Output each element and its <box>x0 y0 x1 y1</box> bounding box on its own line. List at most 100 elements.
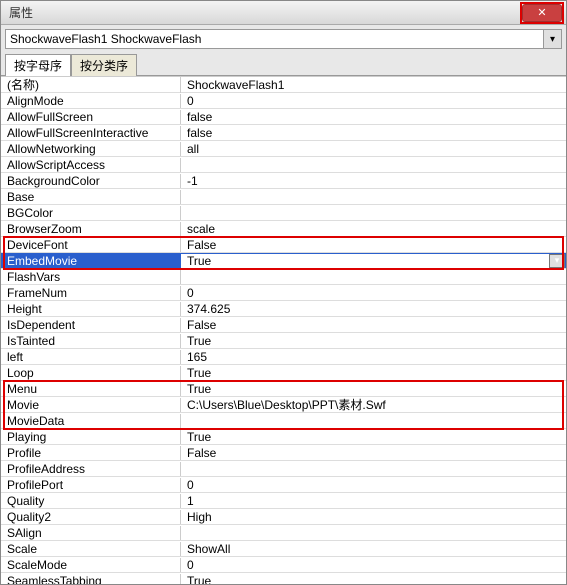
property-row[interactable]: FlashVars <box>1 269 566 285</box>
property-row[interactable]: Quality2High <box>1 509 566 525</box>
property-row[interactable]: BackgroundColor-1 <box>1 173 566 189</box>
property-value[interactable]: 0 <box>181 94 566 108</box>
property-name: ProfilePort <box>1 478 181 492</box>
close-button[interactable]: ✕ <box>522 4 562 22</box>
property-row[interactable]: BrowserZoomscale <box>1 221 566 237</box>
property-value[interactable]: false <box>181 126 566 140</box>
property-name: ProfileAddress <box>1 462 181 476</box>
property-row[interactable]: Quality1 <box>1 493 566 509</box>
property-row[interactable]: FrameNum0 <box>1 285 566 301</box>
property-value[interactable]: C:\Users\Blue\Desktop\PPT\素材.Swf <box>181 396 566 413</box>
property-name: Menu <box>1 382 181 396</box>
property-row[interactable]: MenuTrue <box>1 381 566 397</box>
property-value[interactable]: True <box>181 382 566 396</box>
object-selector-input[interactable] <box>5 29 544 49</box>
property-value[interactable]: True <box>181 366 566 380</box>
property-name: SAlign <box>1 526 181 540</box>
property-name: left <box>1 350 181 364</box>
property-name: Loop <box>1 366 181 380</box>
property-name: Base <box>1 190 181 204</box>
property-name: ScaleMode <box>1 558 181 572</box>
property-row[interactable]: AllowScriptAccess <box>1 157 566 173</box>
property-row[interactable]: IsDependentFalse <box>1 317 566 333</box>
property-name: AllowFullScreen <box>1 110 181 124</box>
titlebar: 属性 ✕ <box>1 1 566 25</box>
property-row[interactable]: MovieC:\Users\Blue\Desktop\PPT\素材.Swf <box>1 397 566 413</box>
property-name: EmbedMovie <box>1 254 181 268</box>
property-name: IsTainted <box>1 334 181 348</box>
property-value[interactable]: scale <box>181 222 566 236</box>
property-name: Profile <box>1 446 181 460</box>
property-name: Movie <box>1 398 181 412</box>
value-dropdown[interactable]: ▾ <box>549 254 565 268</box>
property-name: Scale <box>1 542 181 556</box>
chevron-down-icon: ▾ <box>550 34 555 45</box>
close-icon: ✕ <box>537 6 546 19</box>
property-value[interactable]: 1 <box>181 494 566 508</box>
property-name: Quality2 <box>1 510 181 524</box>
property-row[interactable]: ProfileFalse <box>1 445 566 461</box>
property-row[interactable]: LoopTrue <box>1 365 566 381</box>
property-name: MovieData <box>1 414 181 428</box>
property-name: Height <box>1 302 181 316</box>
tab-categorized[interactable]: 按分类序 <box>71 54 137 76</box>
property-name: AllowNetworking <box>1 142 181 156</box>
property-row[interactable]: Height374.625 <box>1 301 566 317</box>
chevron-down-icon: ▾ <box>555 255 560 266</box>
property-row[interactable]: AllowNetworkingall <box>1 141 566 157</box>
property-row[interactable]: PlayingTrue <box>1 429 566 445</box>
property-row[interactable]: SAlign <box>1 525 566 541</box>
property-row[interactable]: IsTaintedTrue <box>1 333 566 349</box>
property-row[interactable]: MovieData <box>1 413 566 429</box>
property-row[interactable]: EmbedMovieTrue ▾ <box>1 253 566 269</box>
property-name: IsDependent <box>1 318 181 332</box>
tabstrip: 按字母序 按分类序 <box>1 53 566 76</box>
property-value[interactable]: ShockwaveFlash1 <box>181 78 566 92</box>
property-row[interactable]: ProfileAddress <box>1 461 566 477</box>
property-name: AllowScriptAccess <box>1 158 181 172</box>
property-value[interactable]: all <box>181 142 566 156</box>
property-value[interactable]: False <box>181 238 566 252</box>
property-grid[interactable]: (名称)ShockwaveFlash1AlignMode0AllowFullSc… <box>1 76 566 584</box>
property-name: Quality <box>1 494 181 508</box>
property-row[interactable]: SeamlessTabbingTrue <box>1 573 566 584</box>
object-selector: ▾ <box>5 29 562 49</box>
property-value[interactable]: -1 <box>181 174 566 188</box>
property-value[interactable]: True <box>181 574 566 585</box>
property-value[interactable]: 0 <box>181 558 566 572</box>
object-selector-dropdown[interactable]: ▾ <box>544 29 562 49</box>
property-name: BackgroundColor <box>1 174 181 188</box>
property-row[interactable]: left165 <box>1 349 566 365</box>
property-row[interactable]: ScaleShowAll <box>1 541 566 557</box>
property-value[interactable]: 165 <box>181 350 566 364</box>
property-value[interactable]: True <box>181 254 549 268</box>
property-value[interactable]: High <box>181 510 566 524</box>
property-row[interactable]: (名称)ShockwaveFlash1 <box>1 77 566 93</box>
property-row[interactable]: AllowFullScreenInteractivefalse <box>1 125 566 141</box>
property-row[interactable]: ProfilePort0 <box>1 477 566 493</box>
property-row[interactable]: Base <box>1 189 566 205</box>
property-value[interactable]: 374.625 <box>181 302 566 316</box>
property-row[interactable]: AllowFullScreenfalse <box>1 109 566 125</box>
property-name: FlashVars <box>1 270 181 284</box>
property-value[interactable]: False <box>181 446 566 460</box>
property-value[interactable]: ShowAll <box>181 542 566 556</box>
property-value[interactable]: False <box>181 318 566 332</box>
property-name: SeamlessTabbing <box>1 574 181 585</box>
property-value[interactable]: false <box>181 110 566 124</box>
property-name: BGColor <box>1 206 181 220</box>
property-value[interactable]: 0 <box>181 478 566 492</box>
property-name: AllowFullScreenInteractive <box>1 126 181 140</box>
property-name: FrameNum <box>1 286 181 300</box>
property-row[interactable]: ScaleMode0 <box>1 557 566 573</box>
property-row[interactable]: DeviceFontFalse <box>1 237 566 253</box>
property-value[interactable]: 0 <box>181 286 566 300</box>
property-name: (名称) <box>1 76 181 93</box>
property-value[interactable]: True <box>181 430 566 444</box>
tab-alphabetical[interactable]: 按字母序 <box>5 54 71 76</box>
property-row[interactable]: BGColor <box>1 205 566 221</box>
window-title: 属性 <box>5 4 33 21</box>
property-value[interactable]: True <box>181 334 566 348</box>
property-row[interactable]: AlignMode0 <box>1 93 566 109</box>
property-name: BrowserZoom <box>1 222 181 236</box>
